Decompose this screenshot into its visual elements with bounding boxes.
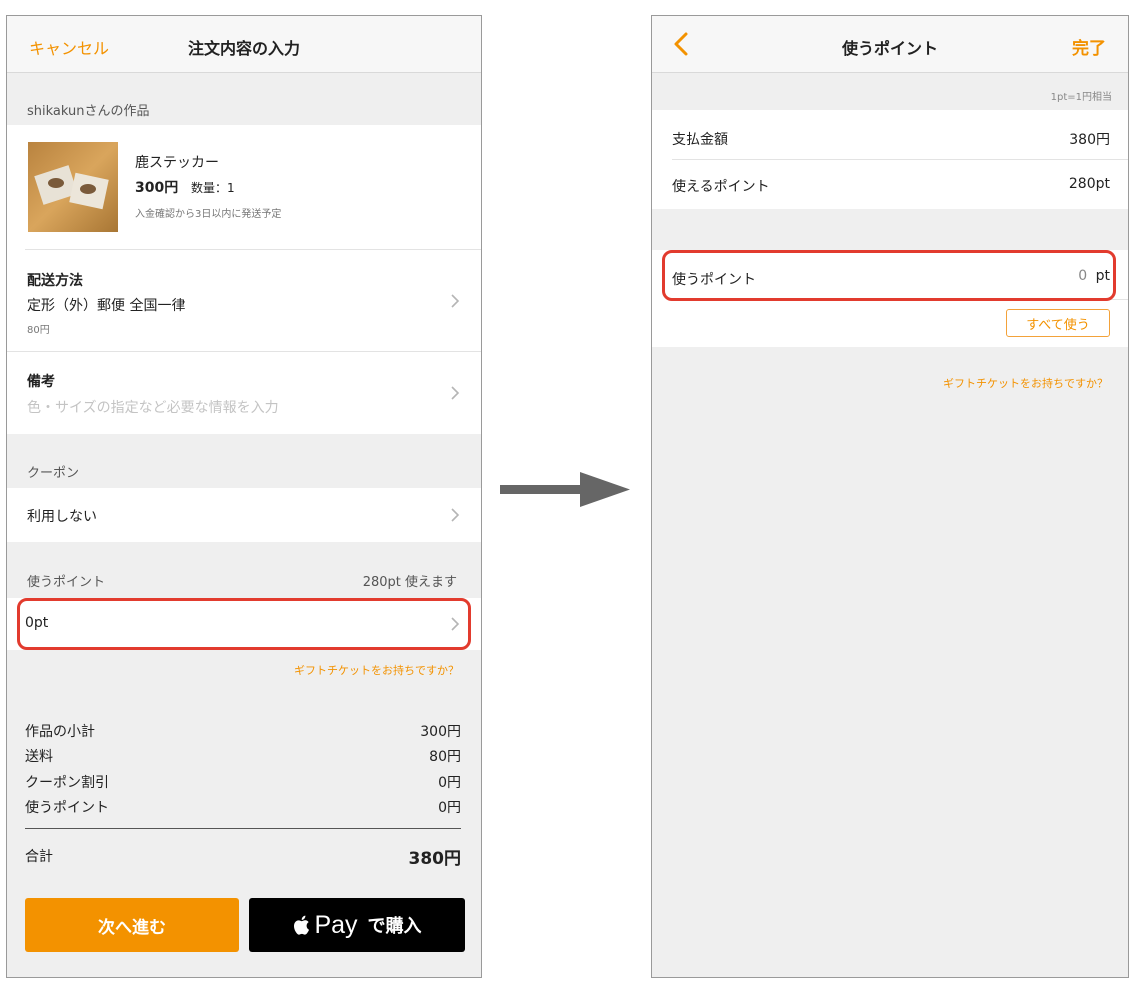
payment-label: 支払金額 bbox=[672, 132, 728, 148]
total-value: 380円 bbox=[408, 849, 462, 869]
summary-line: 使うポイント 0円 bbox=[25, 797, 461, 817]
summary-label: 送料 bbox=[25, 749, 53, 765]
rate-note: 1pt=1円相当 bbox=[1050, 92, 1112, 103]
chevron-right-icon bbox=[451, 508, 460, 522]
use-points-unit: pt bbox=[1095, 268, 1110, 284]
summary-value: 300円 bbox=[420, 724, 461, 740]
summary-value: 0円 bbox=[438, 775, 461, 791]
use-points-screen: 使うポイント 完了 1pt=1円相当 支払金額 380円 使えるポイント 280… bbox=[651, 15, 1129, 978]
coupon-value: 利用しない bbox=[27, 509, 97, 525]
apple-pay-word: Pay bbox=[314, 910, 358, 939]
points-available: 280pt 使えます bbox=[362, 575, 457, 590]
summary-line: 送料 80円 bbox=[25, 746, 461, 766]
summary-value: 0円 bbox=[438, 800, 461, 816]
total-label: 合計 bbox=[25, 849, 53, 865]
done-button[interactable]: 完了 bbox=[1072, 34, 1106, 59]
chevron-right-icon bbox=[451, 386, 460, 400]
use-points-input[interactable]: 0 pt bbox=[1078, 268, 1110, 284]
summary-label: 使うポイント bbox=[25, 800, 109, 816]
points-row[interactable]: 0pt bbox=[7, 598, 481, 650]
divider bbox=[672, 299, 1128, 300]
apple-pay-button[interactable]: Pay で購入 bbox=[249, 898, 465, 952]
chevron-right-icon bbox=[451, 617, 460, 631]
delivery-method: 定形（外）郵便 全国一律 bbox=[27, 298, 186, 314]
payment-value: 380円 bbox=[1069, 132, 1110, 148]
order-details-card: 鹿ステッカー 300円 数量：1 入金確認から3日以内に発送予定 配送方法 定形… bbox=[7, 125, 481, 434]
delivery-fee: 80円 bbox=[27, 325, 50, 336]
delivery-title: 配送方法 bbox=[27, 273, 83, 289]
usable-points-value: 280pt bbox=[1068, 176, 1110, 192]
next-button[interactable]: 次へ進む bbox=[25, 898, 239, 952]
nav-bar: 使うポイント 完了 bbox=[652, 16, 1128, 73]
apple-logo-icon bbox=[294, 915, 310, 935]
gift-ticket-link[interactable]: ギフトチケットをお持ちですか？ bbox=[294, 662, 459, 678]
summary-value: 80円 bbox=[429, 749, 461, 765]
gift-ticket-link[interactable]: ギフトチケットをお持ちですか？ bbox=[943, 375, 1108, 391]
points-summary-card: 支払金額 380円 使えるポイント 280pt bbox=[652, 110, 1128, 209]
use-points-value: 0 bbox=[1078, 268, 1088, 284]
apple-pay-suffix: で購入 bbox=[367, 916, 422, 937]
total-line: 合計 380円 bbox=[25, 846, 462, 869]
page-title: 注文内容の入力 bbox=[187, 39, 300, 58]
use-points-label: 使うポイント bbox=[672, 272, 756, 288]
summary-label: 作品の小計 bbox=[25, 724, 95, 740]
delivery-method-row[interactable]: 配送方法 定形（外）郵便 全国一律 80円 bbox=[7, 250, 481, 351]
remarks-placeholder: 色・サイズの指定など必要な情報を入力 bbox=[27, 400, 279, 416]
product-price: 300円 bbox=[135, 180, 179, 196]
usable-points-label: 使えるポイント bbox=[672, 179, 770, 195]
summary-line: 作品の小計 300円 bbox=[25, 721, 461, 741]
product-thumbnail bbox=[28, 142, 118, 232]
coupon-row[interactable]: 利用しない bbox=[7, 488, 481, 542]
product-name: 鹿ステッカー bbox=[135, 155, 219, 171]
remarks-row[interactable]: 備考 色・サイズの指定など必要な情報を入力 bbox=[7, 352, 481, 434]
order-input-screen: キャンセル 注文内容の入力 shikakunさんの作品 鹿ステッカー 300円 … bbox=[6, 15, 482, 978]
summary-label: クーポン割引 bbox=[25, 775, 109, 791]
summary-line: クーポン割引 0円 bbox=[25, 772, 461, 792]
nav-bar: キャンセル 注文内容の入力 bbox=[7, 16, 481, 73]
divider bbox=[672, 159, 1128, 160]
remarks-title: 備考 bbox=[27, 374, 55, 390]
product-quantity: 数量：1 bbox=[191, 181, 235, 195]
right-arrow-icon bbox=[500, 472, 630, 507]
coupon-header: クーポン bbox=[27, 466, 80, 481]
points-value: 0pt bbox=[25, 615, 49, 631]
chevron-right-icon bbox=[451, 294, 460, 308]
shop-header: shikakunさんの作品 bbox=[27, 104, 150, 119]
use-all-button[interactable]: すべて使う bbox=[1006, 309, 1110, 337]
page-title: 使うポイント bbox=[841, 39, 938, 58]
shipping-note: 入金確認から3日以内に発送予定 bbox=[135, 209, 282, 220]
total-divider bbox=[25, 828, 461, 829]
